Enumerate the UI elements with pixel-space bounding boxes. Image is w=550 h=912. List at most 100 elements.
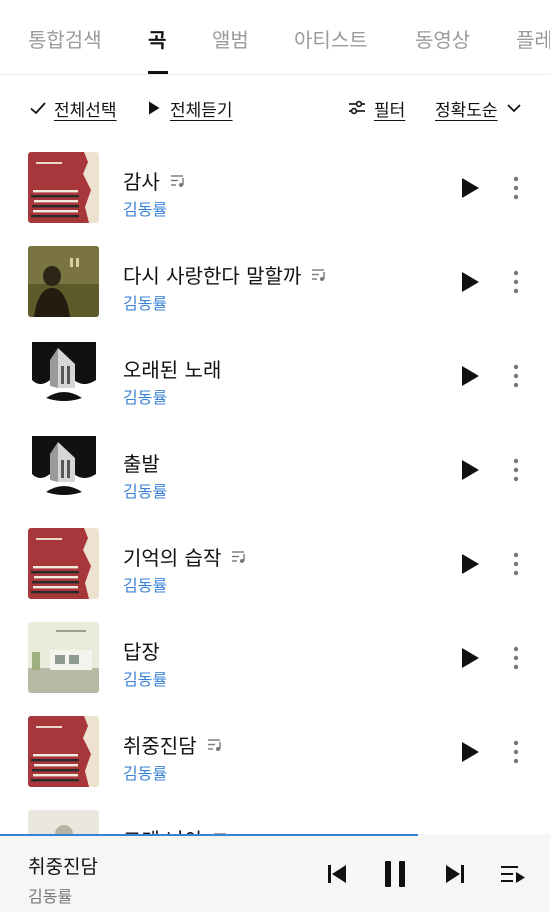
play-icon	[462, 366, 479, 386]
song-artist[interactable]: 김동률	[123, 666, 167, 690]
song-row[interactable]: 감사 김동률	[0, 152, 550, 246]
chevron-down-icon	[506, 104, 521, 113]
tab-integrated-search[interactable]: 통합검색	[28, 24, 102, 53]
previous-button[interactable]	[323, 860, 351, 888]
song-row[interactable]: 답장 김동률	[0, 622, 550, 716]
sort-label: 정확도순	[435, 100, 498, 121]
song-title-text: 오래된 노래	[123, 358, 222, 382]
mini-player[interactable]: 취중진담 김동률	[0, 834, 550, 912]
song-row[interactable]: 출발 김동률	[0, 434, 550, 528]
song-title-text: 기억의 습작	[123, 546, 222, 570]
play-icon	[462, 554, 479, 574]
lyrics-icon	[312, 268, 326, 281]
song-title-text: 감사	[123, 170, 160, 194]
song-title[interactable]: 오래된 노래	[123, 354, 221, 383]
song-row[interactable]: 다시 사랑한다 말할까 김동률	[0, 246, 550, 340]
song-play-button[interactable]	[458, 270, 482, 294]
pause-button[interactable]	[381, 860, 409, 888]
song-title-text: 취중진담	[123, 734, 197, 758]
song-title-text: 답장	[123, 640, 160, 664]
album-cover[interactable]	[28, 340, 99, 411]
song-artist[interactable]: 김동률	[123, 290, 167, 314]
tab-songs[interactable]: 곡	[148, 24, 166, 53]
song-more-button[interactable]	[504, 738, 528, 766]
filter-sliders-icon	[349, 100, 365, 115]
lyrics-icon	[207, 738, 221, 751]
song-more-button[interactable]	[504, 174, 528, 202]
play-icon	[462, 460, 479, 480]
playlist-button[interactable]	[499, 860, 527, 888]
album-cover[interactable]	[28, 528, 99, 599]
song-play-button[interactable]	[458, 176, 482, 200]
more-vertical-icon	[513, 270, 519, 294]
more-vertical-icon	[513, 646, 519, 670]
song-row[interactable]: 오래된 노래 김동률	[0, 340, 550, 434]
song-more-button[interactable]	[504, 268, 528, 296]
song-play-button[interactable]	[458, 646, 482, 670]
song-title[interactable]: 출발	[123, 448, 160, 477]
lyrics-icon	[232, 550, 246, 563]
song-more-button[interactable]	[504, 456, 528, 484]
song-play-button[interactable]	[458, 740, 482, 764]
album-cover[interactable]	[28, 622, 99, 693]
album-cover[interactable]	[28, 246, 99, 317]
more-vertical-icon	[513, 364, 519, 388]
play-icon	[462, 742, 479, 762]
pause-icon	[385, 861, 405, 887]
skip-next-icon	[446, 865, 464, 883]
play-icon	[462, 178, 479, 198]
play-all-button[interactable]: 전체듣기	[146, 94, 233, 122]
playback-progress-bar[interactable]	[0, 834, 418, 836]
sort-dropdown[interactable]: 정확도순	[435, 94, 522, 122]
tab-videos[interactable]: 동영상	[415, 24, 470, 53]
queue-list-icon	[501, 866, 525, 883]
song-title[interactable]: 기억의 습작	[123, 542, 247, 571]
song-play-button[interactable]	[458, 458, 482, 482]
next-button[interactable]	[441, 860, 469, 888]
song-title[interactable]: 답장	[123, 636, 160, 665]
filter-label: 필터	[374, 100, 406, 121]
active-tab-indicator	[148, 71, 168, 74]
album-cover[interactable]	[28, 716, 99, 787]
song-more-button[interactable]	[504, 550, 528, 578]
more-vertical-icon	[513, 552, 519, 576]
song-play-button[interactable]	[458, 552, 482, 576]
song-play-button[interactable]	[458, 364, 482, 388]
select-all-label: 전체선택	[54, 100, 117, 121]
tab-playlists[interactable]: 플레	[516, 24, 550, 53]
song-artist[interactable]: 김동률	[123, 384, 167, 408]
filter-button[interactable]: 필터	[348, 94, 405, 122]
lyrics-icon	[170, 174, 184, 187]
song-title[interactable]: 다시 사랑한다 말할까	[123, 260, 327, 289]
check-icon	[30, 102, 46, 115]
skip-previous-icon	[328, 865, 346, 883]
album-cover[interactable]	[28, 152, 99, 223]
list-toolbar: 전체선택 전체듣기 필터 정확도순	[0, 94, 550, 124]
song-row[interactable]: 기억의 습작 김동률	[0, 528, 550, 622]
more-vertical-icon	[513, 458, 519, 482]
album-cover[interactable]	[28, 434, 99, 505]
category-tabs: 통합검색 곡 앨범 아티스트 동영상 플레	[0, 0, 550, 75]
song-artist[interactable]: 김동률	[123, 478, 167, 502]
now-playing-title: 취중진담	[28, 856, 98, 878]
song-artist[interactable]: 김동률	[123, 572, 167, 596]
more-vertical-icon	[513, 176, 519, 200]
play-icon	[149, 101, 160, 115]
tab-albums[interactable]: 앨범	[212, 24, 249, 53]
tab-artists[interactable]: 아티스트	[294, 24, 368, 53]
song-title[interactable]: 취중진담	[123, 730, 223, 759]
song-artist[interactable]: 김동률	[123, 760, 167, 784]
song-more-button[interactable]	[504, 362, 528, 390]
song-artist[interactable]: 김동률	[123, 196, 167, 220]
now-playing-artist: 김동률	[28, 887, 73, 906]
song-title-text: 다시 사랑한다 말할까	[123, 264, 302, 288]
play-all-label: 전체듣기	[170, 100, 233, 121]
select-all-button[interactable]: 전체선택	[28, 94, 117, 122]
song-more-button[interactable]	[504, 644, 528, 672]
song-row[interactable]: 취중진담 김동률	[0, 716, 550, 810]
play-icon	[462, 272, 479, 292]
song-title-text: 출발	[123, 452, 160, 476]
play-icon	[462, 648, 479, 668]
song-title[interactable]: 감사	[123, 166, 186, 195]
more-vertical-icon	[513, 740, 519, 764]
